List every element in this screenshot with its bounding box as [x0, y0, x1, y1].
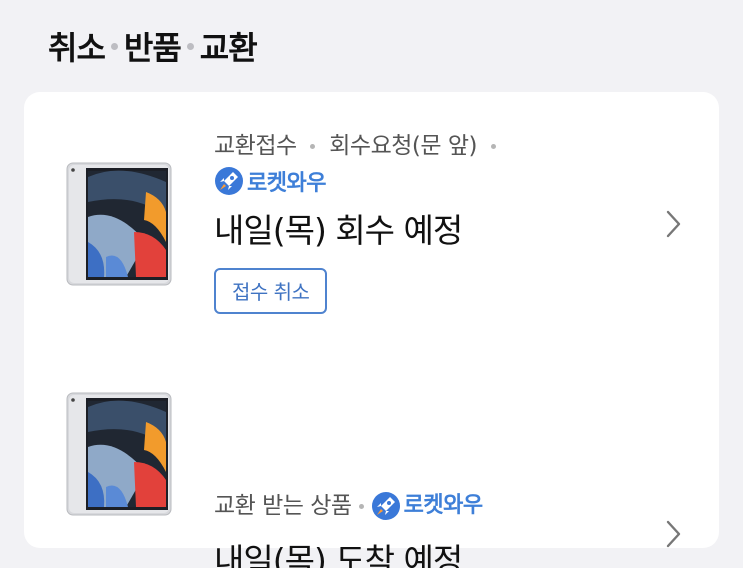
- meta-separator: [490, 144, 496, 149]
- meta-separator: [310, 144, 316, 149]
- page: 취소 반품 교환 교환접수 회수요청(문 앞) 로켓와우 내일(목) 회수 예정…: [0, 0, 743, 568]
- pickup-request-label: 회수요청(문 앞): [329, 133, 477, 159]
- cancel-request-button[interactable]: 접수 취소: [214, 268, 328, 314]
- page-title: 취소 반품 교환: [48, 24, 258, 68]
- pickup-status: 내일(목) 회수 예정: [214, 211, 463, 250]
- exchange-status-label: 교환접수: [214, 133, 297, 159]
- rocket-wow-badge: 로켓와우: [214, 164, 326, 198]
- item-info: 교환접수 회수요청(문 앞) 로켓와우 내일(목) 회수 예정 접수 취소: [214, 128, 639, 314]
- title-separator: [110, 42, 118, 50]
- chevron-right-icon[interactable]: [664, 209, 684, 239]
- rocket-icon: [215, 167, 243, 195]
- rocket-icon: [371, 492, 400, 520]
- chevron-right-icon[interactable]: [664, 519, 684, 549]
- item-info: 교환 받는 상품 로켓와우 내일(목) 도착 예정: [214, 488, 639, 568]
- exchange-receive-label: 교환 받는 상품: [214, 493, 352, 519]
- delivery-status: 내일(목) 도착 예정: [214, 541, 463, 568]
- product-thumbnail: [66, 392, 172, 516]
- title-separator: [186, 42, 194, 50]
- rocket-wow-label: 로켓와우: [403, 493, 483, 518]
- exchange-card: 교환접수 회수요청(문 앞) 로켓와우 내일(목) 회수 예정 접수 취소 교환…: [24, 92, 719, 568]
- rocket-wow-label: 로켓와우: [247, 171, 326, 196]
- item-meta: 교환 받는 상품 로켓와우: [214, 488, 639, 524]
- title-exchange: 교환: [199, 29, 258, 67]
- title-cancel: 취소: [48, 29, 106, 67]
- exchange-delivery-item[interactable]: 교환 받는 상품 로켓와우 내일(목) 도착 예정: [24, 372, 719, 568]
- item-meta: 교환접수 회수요청(문 앞): [214, 128, 639, 164]
- rocket-wow-badge: 로켓와우: [371, 489, 483, 523]
- exchange-pickup-item[interactable]: 교환접수 회수요청(문 앞) 로켓와우 내일(목) 회수 예정 접수 취소: [24, 92, 719, 372]
- meta-separator: [358, 503, 364, 509]
- title-return: 반품: [123, 29, 182, 67]
- product-thumbnail: [66, 162, 172, 286]
